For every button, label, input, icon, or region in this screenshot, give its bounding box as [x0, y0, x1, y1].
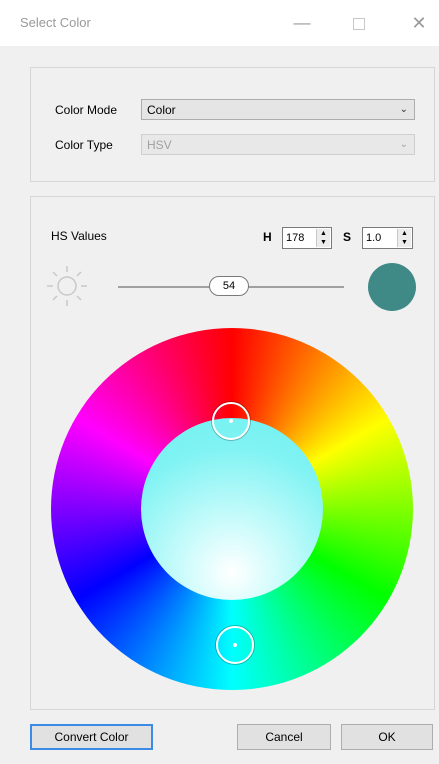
hue-marker[interactable]: [212, 402, 250, 440]
saturation-marker[interactable]: [216, 626, 254, 664]
h-value: 178: [286, 232, 305, 244]
maximize-icon: [353, 17, 365, 30]
spin-arrows-icon[interactable]: ▲ ▼: [316, 229, 330, 247]
color-settings-group: [30, 67, 435, 182]
cancel-button[interactable]: Cancel: [237, 724, 331, 750]
minimize-button[interactable]: —: [287, 10, 317, 36]
color-mode-label: Color Mode: [55, 103, 118, 117]
color-mode-value: Color: [147, 103, 176, 117]
spin-arrows-icon[interactable]: ▲ ▼: [397, 229, 411, 247]
color-type-dropdown: HSV ⌄: [141, 134, 415, 155]
sun-icon: [47, 266, 87, 306]
close-button[interactable]: ✕: [404, 10, 434, 36]
s-label: S: [343, 230, 352, 244]
s-spinner[interactable]: 1.0 ▲ ▼: [362, 227, 413, 249]
chevron-down-icon: ⌄: [399, 104, 408, 115]
color-type-value: HSV: [147, 138, 172, 152]
color-mode-dropdown[interactable]: Color ⌄: [141, 99, 415, 120]
chevron-down-icon: ⌄: [399, 139, 408, 150]
ok-button[interactable]: OK: [341, 724, 433, 750]
color-type-label: Color Type: [55, 138, 113, 152]
color-preview-swatch: [368, 263, 416, 311]
window-title: Select Color: [20, 15, 91, 30]
h-label: H: [263, 230, 272, 244]
title-bar: Select Color — ✕: [0, 0, 439, 46]
brightness-slider-thumb[interactable]: 54: [209, 276, 249, 296]
s-value: 1.0: [366, 232, 382, 244]
selected-color-circle: [141, 418, 323, 600]
convert-color-button[interactable]: Convert Color: [30, 724, 153, 750]
maximize-button[interactable]: [344, 10, 374, 36]
h-spinner[interactable]: 178 ▲ ▼: [282, 227, 332, 249]
hs-values-label: HS Values: [51, 229, 107, 243]
